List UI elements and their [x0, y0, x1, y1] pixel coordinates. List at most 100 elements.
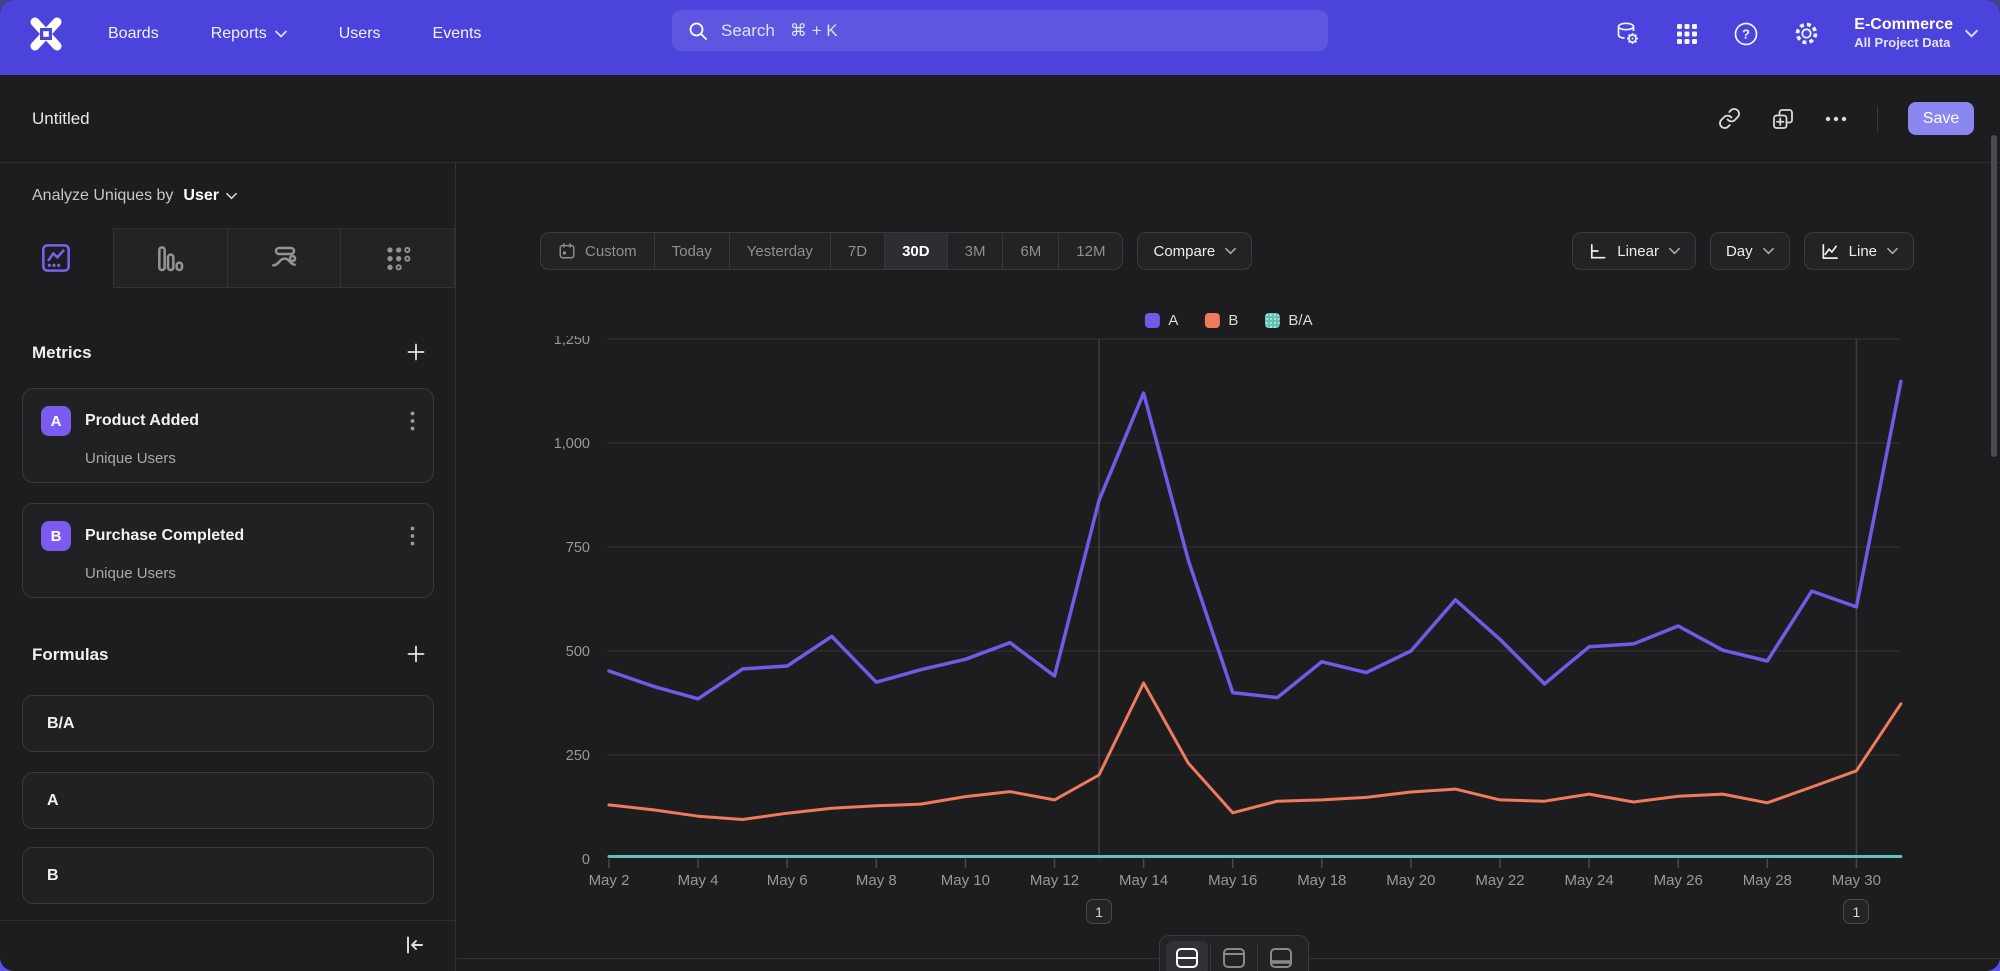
range-7d[interactable]: 7D — [831, 233, 885, 269]
nav-item-events[interactable]: Events — [433, 25, 482, 43]
svg-text:May 28: May 28 — [1743, 872, 1792, 889]
project-info: E-Commerce All Project Data — [1854, 15, 1953, 51]
range-6m[interactable]: 6M — [1003, 233, 1059, 269]
formula-label: B/A — [47, 715, 75, 733]
svg-text:May 4: May 4 — [678, 872, 719, 889]
chart-type-tabs — [0, 228, 455, 288]
interval-dropdown[interactable]: Day — [1710, 232, 1790, 270]
data-management-icon[interactable] — [1614, 20, 1641, 47]
range-label: 12M — [1076, 243, 1105, 260]
chevron-down-icon — [1763, 247, 1774, 255]
range-today[interactable]: Today — [655, 233, 730, 269]
chart-legend: A B B/A — [1144, 312, 1312, 329]
nav-item-boards[interactable]: Boards — [108, 25, 159, 43]
range-3m[interactable]: 3M — [948, 233, 1004, 269]
layout-top-button[interactable] — [1213, 941, 1255, 971]
search-placeholder: Search — [721, 21, 775, 41]
svg-text:0: 0 — [582, 852, 590, 868]
analyze-row: Analyze Uniques by User — [0, 163, 455, 228]
formula-card-a[interactable]: A — [22, 772, 434, 829]
query-sidebar: Analyze Uniques by User — [0, 163, 456, 971]
svg-text:May 22: May 22 — [1475, 872, 1524, 889]
range-custom[interactable]: Custom — [541, 233, 655, 269]
svg-text:750: 750 — [566, 540, 590, 556]
legend-swatch-a — [1144, 313, 1159, 328]
chart-display-controls: Linear Day Line — [1572, 232, 1914, 270]
range-label: Custom — [585, 243, 637, 260]
metrics-section-title: Metrics — [32, 343, 92, 363]
range-30d[interactable]: 30D — [885, 233, 948, 269]
formula-label: A — [47, 792, 59, 810]
save-button[interactable]: Save — [1908, 102, 1974, 135]
more-options-icon[interactable] — [1825, 116, 1847, 122]
settings-gear-icon[interactable] — [1793, 20, 1820, 47]
chart-type-label: Line — [1849, 243, 1877, 260]
formula-card-b[interactable]: B — [22, 847, 434, 904]
metric-measure[interactable]: Unique Users — [85, 450, 415, 467]
trend-line-chart[interactable]: 02505007501,0001,250May 2May 4May 6May 8… — [457, 336, 2000, 896]
annotation-badge[interactable]: 1 — [1843, 899, 1869, 924]
legend-swatch-b — [1204, 313, 1219, 328]
tab-funnels[interactable] — [114, 228, 228, 288]
mixpanel-logo-icon — [26, 14, 66, 54]
search-input[interactable]: Search ⌘ + K — [672, 10, 1328, 51]
copy-link-icon[interactable] — [1718, 107, 1741, 130]
nav-item-users[interactable]: Users — [339, 25, 381, 43]
metric-card-b[interactable]: B Purchase Completed Unique Users — [22, 503, 434, 598]
chart-panel: Custom Today Yesterday 7D 30D 3M 6M 12M … — [457, 163, 2000, 971]
nav-item-reports[interactable]: Reports — [211, 25, 287, 43]
svg-text:May 10: May 10 — [941, 872, 990, 889]
svg-text:May 30: May 30 — [1832, 872, 1881, 889]
chart-type-dropdown[interactable]: Line — [1804, 232, 1914, 270]
tab-flows[interactable] — [228, 228, 342, 288]
formula-label: B — [47, 867, 59, 885]
tab-insights[interactable] — [0, 228, 114, 288]
metric-options-icon[interactable] — [410, 411, 415, 431]
svg-text:500: 500 — [566, 644, 590, 660]
top-nav: Boards Reports Users Events Search ⌘ + K — [0, 0, 2000, 75]
help-icon[interactable]: ? — [1733, 21, 1759, 47]
layout-top-icon — [1221, 946, 1247, 970]
legend-item-b[interactable]: B — [1204, 312, 1238, 329]
range-12m[interactable]: 12M — [1059, 233, 1122, 269]
metric-options-icon[interactable] — [410, 526, 415, 546]
compare-label: Compare — [1153, 243, 1215, 260]
range-label: Yesterday — [747, 243, 813, 260]
scale-dropdown[interactable]: Linear — [1572, 232, 1696, 270]
metric-card-a[interactable]: A Product Added Unique Users — [22, 388, 434, 483]
svg-text:May 2: May 2 — [589, 872, 630, 889]
report-title[interactable]: Untitled — [32, 109, 90, 129]
legend-item-a[interactable]: A — [1144, 312, 1178, 329]
calendar-icon — [558, 242, 576, 260]
formulas-section-title: Formulas — [32, 645, 109, 665]
collapse-sidebar-icon[interactable] — [403, 933, 427, 957]
nav-item-label: Users — [339, 25, 381, 43]
layout-split-button[interactable] — [1166, 941, 1208, 971]
analyze-label: Analyze Uniques by — [32, 187, 173, 205]
project-switcher[interactable]: E-Commerce All Project Data — [1854, 15, 1978, 51]
tab-retention[interactable] — [341, 228, 455, 288]
flows-icon — [268, 242, 300, 274]
add-metric-button[interactable] — [405, 341, 427, 363]
duplicate-icon[interactable] — [1771, 107, 1795, 131]
vertical-scrollbar[interactable] — [1991, 135, 1997, 457]
svg-text:?: ? — [1742, 26, 1750, 41]
mixpanel-logo[interactable] — [24, 12, 68, 56]
add-formula-button[interactable] — [405, 643, 427, 665]
nav-menu: Boards Reports Users Events — [108, 25, 481, 43]
metric-badge: A — [41, 406, 71, 436]
analyze-entity-dropdown[interactable]: User — [183, 187, 237, 205]
apps-grid-icon[interactable] — [1675, 22, 1699, 46]
chart-controls: Custom Today Yesterday 7D 30D 3M 6M 12M … — [540, 232, 1914, 270]
layout-bottom-button[interactable] — [1260, 941, 1302, 971]
formula-card-ba[interactable]: B/A — [22, 695, 434, 752]
annotation-badge[interactable]: 1 — [1086, 899, 1112, 924]
metric-measure[interactable]: Unique Users — [85, 565, 415, 582]
metric-name: Product Added — [85, 412, 199, 430]
metric-name: Purchase Completed — [85, 527, 244, 545]
panel-layout-switcher — [1159, 935, 1309, 971]
range-yesterday[interactable]: Yesterday — [730, 233, 831, 269]
compare-dropdown[interactable]: Compare — [1137, 232, 1252, 270]
legend-item-ba[interactable]: B/A — [1264, 312, 1312, 329]
svg-text:May 26: May 26 — [1654, 872, 1703, 889]
